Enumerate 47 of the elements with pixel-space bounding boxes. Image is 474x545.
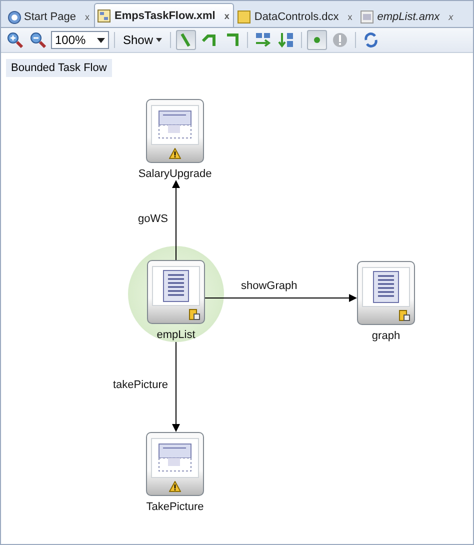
transition-label: goWS (138, 212, 168, 224)
diagram-file-icon (97, 8, 112, 22)
elbow-line-icon (201, 32, 218, 48)
activity-node[interactable] (146, 99, 204, 163)
caret-icon (156, 38, 162, 42)
exclamation-icon (332, 32, 348, 48)
transition-arrow[interactable] (204, 294, 357, 302)
zoom-in-icon (7, 32, 23, 48)
task-flow-call-icon (158, 443, 192, 473)
dropdown-arrow-icon (97, 38, 105, 42)
toolbar-button[interactable] (5, 30, 25, 50)
flow-title: Bounded Task Flow (6, 59, 112, 77)
editor-tab[interactable]: EmpsTaskFlow.xml x (94, 3, 234, 27)
page-icon (163, 270, 189, 302)
zoom-out-icon (30, 32, 46, 48)
close-icon[interactable]: x (448, 12, 454, 22)
show-menu-button[interactable]: Show (120, 33, 166, 47)
activity-node[interactable] (357, 261, 415, 325)
toolbar-button[interactable] (28, 30, 48, 50)
transition-arrow[interactable] (172, 180, 180, 260)
close-icon[interactable]: x (348, 12, 352, 22)
transition-label: showGraph (241, 280, 298, 292)
toolbar-button[interactable] (307, 30, 328, 50)
page-file-icon (360, 10, 374, 24)
activity-node[interactable] (147, 260, 205, 324)
task-flow-call-icon (158, 110, 192, 140)
folder-file-icon (237, 10, 252, 24)
refresh-icon (363, 32, 380, 48)
activity-name: graph (372, 330, 400, 342)
zoom-dropdown[interactable]: 100% (51, 31, 109, 49)
activity-node[interactable] (146, 432, 204, 496)
editor-tab[interactable]: DataControls.dcx x (234, 6, 358, 27)
activity-name: TakePicture (146, 501, 204, 513)
toolbar-button[interactable] (176, 30, 196, 50)
transition-arrow[interactable] (172, 342, 180, 432)
page-icon (373, 271, 399, 303)
vertical-layout-icon (278, 32, 294, 48)
horizontal-layout-icon (255, 32, 272, 48)
transition-label: takePicture (112, 378, 168, 390)
close-icon[interactable]: x (224, 10, 230, 20)
activity-name: empList (156, 329, 196, 341)
activity-name: SalaryUpgrade (138, 168, 212, 180)
editor-tab[interactable]: empList.amx x (357, 6, 458, 27)
editor-tab[interactable]: Start Page x (5, 6, 94, 27)
help-icon (8, 10, 21, 24)
corner-line-icon (224, 32, 240, 48)
close-icon[interactable]: x (84, 12, 90, 22)
